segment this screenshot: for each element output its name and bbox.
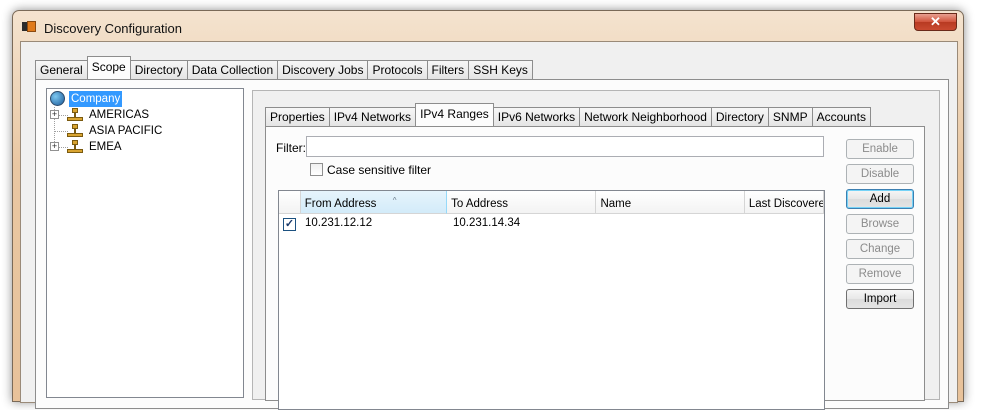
checkbox-column-header[interactable] [279, 191, 301, 214]
tab-directory[interactable]: Directory [129, 60, 188, 79]
case-sensitive-checkbox[interactable] [310, 163, 323, 176]
dialog-client: General Scope Directory Data Collection … [20, 41, 958, 410]
tab-discovery-jobs[interactable]: Discovery Jobs [277, 60, 369, 79]
network-node-icon [67, 140, 83, 154]
case-sensitive-label[interactable]: Case sensitive filter [327, 163, 431, 177]
expand-icon[interactable]: + [50, 142, 59, 151]
tab-scope[interactable]: Scope [86, 56, 131, 79]
tab-directory-scope[interactable]: Directory [710, 107, 769, 126]
dialog-window: Discovery Configuration ✕ General Scope … [12, 10, 964, 410]
tree-item-americas[interactable]: + AMERICAS [50, 107, 240, 123]
ipv4-ranges-panel: Filter: Case sensitive filter ^ From Add… [265, 126, 925, 410]
enable-button[interactable]: Enable [846, 139, 914, 159]
tab-data-collection[interactable]: Data Collection [186, 60, 279, 79]
tree-item-label: ASIA PACIFIC [89, 125, 163, 137]
scope-tree[interactable]: Company + AMERICAS ASIA PACIFIC + EMEA [46, 88, 244, 398]
table-header: ^ From Address To Address Name Last Disc… [279, 191, 824, 214]
remove-button[interactable]: Remove [846, 264, 914, 284]
main-tab-strip: General Scope Directory Data Collection … [35, 56, 533, 79]
filter-input[interactable] [306, 136, 824, 157]
tab-accounts[interactable]: Accounts [811, 107, 871, 126]
add-button[interactable]: Add [846, 189, 914, 209]
disable-button[interactable]: Disable [846, 164, 914, 184]
import-button[interactable]: Import [846, 289, 914, 309]
row-checkbox[interactable]: ✓ [283, 218, 296, 231]
globe-network-icon [50, 91, 65, 106]
from-address-cell: 10.231.12.12 [305, 217, 373, 229]
tab-general[interactable]: General [35, 60, 88, 79]
tree-item-label: EMEA [89, 141, 122, 153]
filter-label: Filter: [276, 141, 306, 155]
sort-ascending-icon: ^ [392, 196, 397, 205]
network-node-icon [67, 124, 83, 138]
tab-snmp[interactable]: SNMP [767, 107, 813, 126]
ranges-table[interactable]: ^ From Address To Address Name Last Disc… [278, 190, 825, 410]
tab-network-neighborhood[interactable]: Network Neighborhood [579, 107, 712, 126]
window-title: Discovery Configuration [44, 21, 183, 36]
to-address-cell: 10.231.14.34 [453, 217, 521, 229]
tab-ssh-keys[interactable]: SSH Keys [468, 60, 533, 79]
browse-button[interactable]: Browse [846, 214, 914, 234]
title-bar[interactable]: Discovery Configuration ✕ [13, 11, 963, 41]
tree-item-label: Company [69, 91, 123, 107]
tab-ipv6-networks[interactable]: IPv6 Networks [492, 107, 581, 126]
scope-tab-panel: Company + AMERICAS ASIA PACIFIC + EMEA P… [35, 79, 949, 410]
scope-details-panel: Properties IPv4 Networks IPv4 Ranges IPv… [252, 90, 940, 410]
column-header-last-discovered[interactable]: Last Discovered [744, 191, 824, 214]
tree-item-emea[interactable]: + EMEA [50, 139, 240, 155]
column-header-name[interactable]: Name [596, 191, 745, 214]
tab-ipv4-networks[interactable]: IPv4 Networks [328, 107, 417, 126]
tab-protocols[interactable]: Protocols [367, 60, 428, 79]
column-header-to-address[interactable]: To Address [447, 191, 597, 214]
close-button[interactable]: ✕ [914, 13, 957, 31]
change-button[interactable]: Change [846, 239, 914, 259]
table-row[interactable]: ✓ 10.231.12.12 10.231.14.34 [279, 215, 824, 234]
tab-properties[interactable]: Properties [265, 107, 330, 126]
tree-item-label: AMERICAS [89, 109, 150, 121]
network-node-icon [67, 108, 83, 122]
tree-item-asia-pacific[interactable]: ASIA PACIFIC [50, 123, 240, 139]
scope-tab-strip: Properties IPv4 Networks IPv4 Ranges IPv… [265, 103, 871, 126]
column-header-from-address[interactable]: ^ From Address [300, 191, 448, 214]
app-icon [22, 21, 36, 33]
tab-ipv4-ranges[interactable]: IPv4 Ranges [415, 103, 494, 126]
tab-filters[interactable]: Filters [426, 60, 470, 79]
expand-icon[interactable]: + [50, 110, 59, 119]
